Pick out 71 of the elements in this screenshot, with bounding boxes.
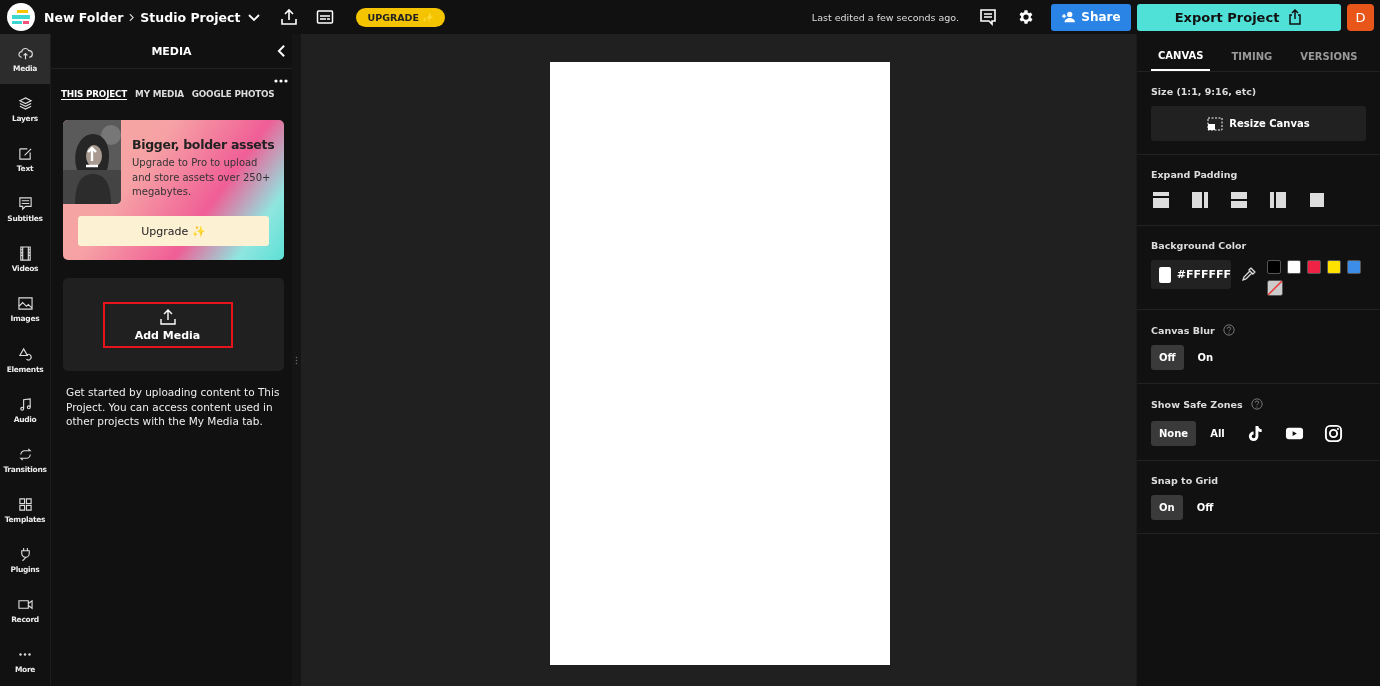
comment-icon[interactable] xyxy=(979,8,997,26)
padding-option-icon[interactable] xyxy=(1153,192,1169,208)
media-icon xyxy=(17,45,33,61)
section-label: Canvas Blur xyxy=(1151,324,1215,336)
text-icon xyxy=(17,145,33,161)
toggle-option[interactable]: Off xyxy=(1151,345,1184,370)
videos-icon xyxy=(17,246,33,262)
padding-option-icon[interactable] xyxy=(1270,192,1286,208)
toggle-option[interactable]: All xyxy=(1202,420,1233,446)
templates-icon xyxy=(17,497,33,512)
promo-description: Upgrade to Pro to upload and store assets over 250+ megabytes. xyxy=(132,156,272,199)
upgrade-badge[interactable]: UPGRADE ✨ xyxy=(356,7,446,27)
resize-canvas-button[interactable]: Resize Canvas xyxy=(1151,106,1366,141)
toggle-option[interactable]: None xyxy=(1151,420,1197,446)
settings-tab[interactable]: VERSIONS xyxy=(1293,50,1365,71)
toggle-option[interactable]: On xyxy=(1151,495,1183,520)
section-label: Size (1:1, 9:16, etc) xyxy=(1151,86,1258,97)
collapse-icon[interactable] xyxy=(277,44,286,58)
layers-icon xyxy=(17,95,33,111)
media-tab[interactable]: GOOGLE PHOTOS xyxy=(191,89,275,99)
color-swatch[interactable] xyxy=(1306,260,1321,274)
settings-tab[interactable]: TIMING xyxy=(1224,50,1280,71)
panel-title: MEDIA xyxy=(151,44,192,58)
promo-title: Bigger, bolder assets xyxy=(132,137,276,152)
section-label: Background Color xyxy=(1151,240,1248,251)
upgrade-button[interactable]: Upgrade ✨ xyxy=(78,216,269,246)
more-options-icon[interactable] xyxy=(274,79,288,83)
padding-option-icon[interactable] xyxy=(1231,192,1247,208)
eyedropper-icon[interactable] xyxy=(1241,266,1257,282)
padding-option-icon[interactable] xyxy=(1309,192,1325,208)
color-swatch[interactable] xyxy=(1326,260,1341,274)
color-swatch[interactable] xyxy=(1286,260,1301,274)
camera-icon xyxy=(1323,423,1343,443)
color-field[interactable]: #FFFFFF xyxy=(1151,260,1231,289)
last-edited-text: Last edited a few seconds ago. xyxy=(811,11,959,23)
elements-icon xyxy=(17,346,33,362)
chevron-right-icon xyxy=(129,12,135,22)
user-avatar[interactable]: D xyxy=(1347,3,1374,31)
more-icon xyxy=(19,653,31,657)
resize-icon xyxy=(1207,115,1224,132)
help-icon[interactable] xyxy=(1222,324,1235,336)
share-button[interactable]: Share xyxy=(1051,3,1131,31)
export-button[interactable]: Export Project xyxy=(1137,3,1341,31)
share-icon xyxy=(1287,9,1304,25)
no-color-swatch[interactable] xyxy=(1266,280,1283,296)
add-media-button[interactable]: Add Media xyxy=(102,301,233,348)
section-label: Show Safe Zones xyxy=(1151,398,1243,410)
upload-icon xyxy=(158,307,177,326)
subtitles-icon[interactable] xyxy=(316,8,335,26)
add-person-icon xyxy=(1061,10,1076,24)
toggle-option[interactable]: On xyxy=(1189,345,1222,370)
upload-icon[interactable] xyxy=(280,8,299,26)
settings-tab[interactable]: CANVAS xyxy=(1151,50,1211,71)
subtitles-icon xyxy=(17,196,33,212)
media-tab[interactable]: THIS PROJECT xyxy=(61,89,128,99)
section-label: Expand Padding xyxy=(1151,169,1239,180)
section-label: Snap to Grid xyxy=(1151,475,1219,486)
help-icon[interactable] xyxy=(1250,398,1263,410)
padding-option-icon[interactable] xyxy=(1192,192,1208,208)
logo-icon[interactable] xyxy=(7,3,35,31)
project-title[interactable]: Studio Project xyxy=(140,9,241,25)
images-icon xyxy=(17,296,33,312)
settings-icon[interactable] xyxy=(1017,8,1035,26)
toggle-option[interactable]: Off xyxy=(1188,495,1222,520)
color-swatch[interactable] xyxy=(1346,260,1361,274)
transitions-icon xyxy=(17,446,33,462)
color-swatch[interactable] xyxy=(1266,260,1281,274)
folder-link[interactable]: New Folder xyxy=(44,9,124,25)
audio-icon xyxy=(17,396,33,412)
help-text: Get started by uploading content to This Project. You can access content used in other projects with the My Media tab. xyxy=(66,385,281,429)
media-tab[interactable]: MY MEDIA xyxy=(135,89,184,99)
